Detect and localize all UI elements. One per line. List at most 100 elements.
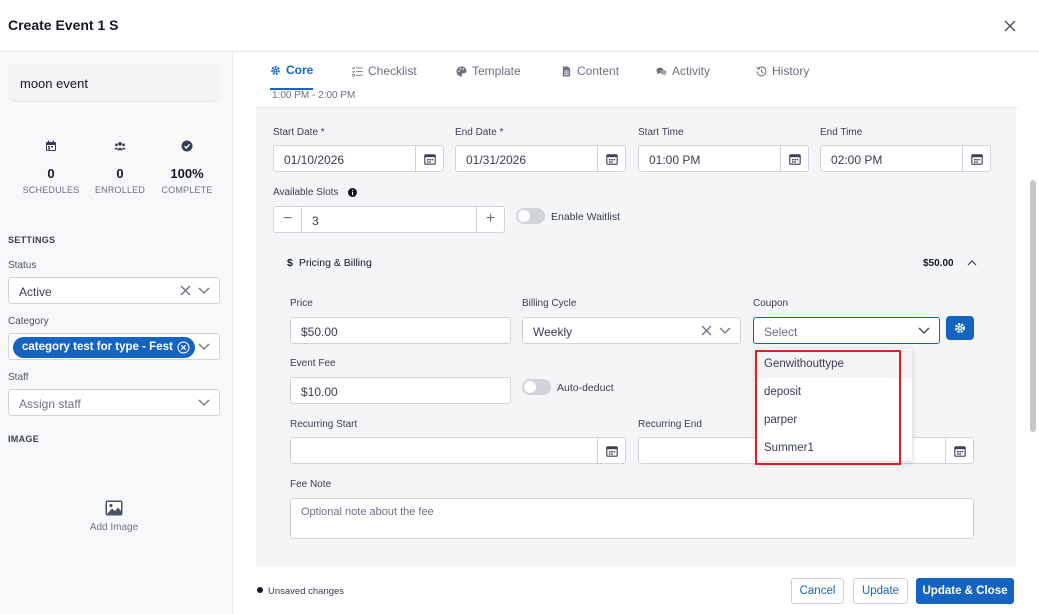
pricing-title: Pricing & Billing <box>298 257 372 269</box>
document-icon <box>562 65 571 77</box>
history-icon <box>756 66 767 76</box>
dialog-title: Create Event 1 S <box>8 17 119 33</box>
tab-activity[interactable]: Activity <box>656 52 710 90</box>
scrolled-time-text: 1:00 PM - 2:00 PM <box>272 90 356 98</box>
unsaved-changes-text: Unsaved changes <box>268 586 345 597</box>
image-heading: IMAGE <box>8 434 40 444</box>
remove-chip-icon[interactable] <box>177 341 190 354</box>
start-time-value: 01:00 PM <box>649 153 701 167</box>
stat-label: COMPLETE <box>161 185 213 195</box>
stat-schedules: 0 SCHEDULES <box>16 140 86 195</box>
recurring-start-label: Recurring Start <box>290 419 358 430</box>
start-date-input[interactable]: 01/10/2026 <box>273 145 444 172</box>
billing-cycle-select[interactable]: Weekly <box>522 317 741 344</box>
category-chip-label: category test for type - Fest <box>22 341 173 353</box>
end-date-input[interactable]: 01/31/2026 <box>455 145 626 172</box>
chevron-down-icon <box>918 327 930 334</box>
end-time-input[interactable]: 02:00 PM <box>820 145 991 172</box>
tab-label: Core <box>286 63 314 77</box>
stat-label: ENROLLED <box>94 185 146 195</box>
info-icon <box>348 188 357 197</box>
recurring-end-picker[interactable] <box>945 438 973 463</box>
end-date-picker[interactable] <box>597 146 625 171</box>
add-image-button[interactable]: Add Image <box>80 500 148 533</box>
start-time-picker[interactable] <box>780 146 808 171</box>
dollar-icon: $ <box>287 257 293 269</box>
price-label: Price <box>290 298 313 309</box>
chevron-up-icon[interactable] <box>967 260 977 266</box>
event-fee-input[interactable]: $10.00 <box>290 377 511 404</box>
stat-enrolled: 0 ENROLLED <box>85 140 155 195</box>
calendar-icon <box>954 446 966 457</box>
recurring-start-picker[interactable] <box>597 438 625 463</box>
calendar-icon <box>971 154 983 165</box>
calendar-icon <box>424 154 436 165</box>
update-close-button[interactable]: Update & Close <box>916 578 1014 604</box>
category-label: Category <box>8 316 49 327</box>
update-button[interactable]: Update <box>853 578 908 604</box>
unsaved-indicator-dot <box>257 587 263 593</box>
status-select[interactable]: Active <box>8 277 220 304</box>
waitlist-label: Enable Waitlist <box>551 211 621 223</box>
staff-label: Staff <box>8 372 29 383</box>
fee-note-label: Fee Note <box>290 479 332 490</box>
event-name-card: moon event <box>8 64 220 102</box>
checklist-icon <box>352 66 363 76</box>
end-date-label: End Date * <box>455 127 504 138</box>
tab-label: Template <box>472 64 521 78</box>
event-fee-value: $10.00 <box>301 385 338 399</box>
close-icon[interactable] <box>1002 18 1018 34</box>
calendar-icon <box>606 154 618 165</box>
settings-heading: SETTINGS <box>8 235 56 245</box>
end-time-label: End Time <box>820 127 863 138</box>
chevron-down-icon <box>719 327 731 334</box>
category-select[interactable]: category test for type - Fest <box>8 333 220 360</box>
price-input[interactable]: $50.00 <box>290 317 511 344</box>
gear-icon <box>271 65 280 75</box>
decrement-button[interactable]: − <box>274 207 302 232</box>
coupon-select[interactable]: Select <box>753 317 940 344</box>
tab-label: Content <box>577 64 620 78</box>
staff-select[interactable]: Assign staff <box>8 389 220 416</box>
slots-stepper[interactable]: − 3 + <box>273 206 505 233</box>
end-time-value: 02:00 PM <box>831 153 883 167</box>
coupon-settings-button[interactable] <box>946 316 974 340</box>
auto-deduct-toggle[interactable] <box>522 379 551 395</box>
tab-label: History <box>772 64 810 78</box>
chat-bubbles-icon <box>656 67 667 76</box>
increment-button[interactable]: + <box>476 207 504 232</box>
calendar-icon <box>46 140 56 151</box>
tab-template[interactable]: Template <box>456 52 521 90</box>
start-date-picker[interactable] <box>415 146 443 171</box>
stat-value: 0 <box>116 166 124 181</box>
tab-content[interactable]: Content <box>561 52 619 90</box>
end-time-picker[interactable] <box>962 146 990 171</box>
tab-core[interactable]: Core <box>270 52 314 90</box>
scrollbar[interactable] <box>1030 180 1036 432</box>
end-date-value: 01/31/2026 <box>466 153 527 167</box>
clear-icon[interactable] <box>701 325 712 336</box>
chevron-down-icon <box>198 287 210 294</box>
chevron-down-icon <box>198 343 210 350</box>
stat-value: 0 <box>47 166 55 181</box>
pricing-section-header[interactable]: $ Pricing & Billing <box>287 257 372 269</box>
tab-label: Activity <box>672 64 711 78</box>
image-icon <box>105 500 123 516</box>
tab-history[interactable]: History <box>756 52 809 90</box>
cancel-button[interactable]: Cancel <box>791 578 844 604</box>
tab-bar: Core Checklist Template Content Activity… <box>256 52 1016 90</box>
stat-label: SCHEDULES <box>22 185 80 195</box>
status-label: Status <box>8 260 37 271</box>
recurring-start-input[interactable] <box>290 437 626 464</box>
start-time-input[interactable]: 01:00 PM <box>638 145 809 172</box>
clear-icon[interactable] <box>180 285 191 296</box>
event-fee-label: Event Fee <box>290 358 336 369</box>
stat-complete: 100% COMPLETE <box>152 140 222 195</box>
waitlist-toggle[interactable] <box>516 208 545 224</box>
start-time-label: Start Time <box>638 127 684 138</box>
users-icon <box>114 141 126 151</box>
fee-note-textarea[interactable]: Optional note about the fee <box>290 498 974 539</box>
tab-checklist[interactable]: Checklist <box>352 52 417 90</box>
billing-cycle-value: Weekly <box>533 325 573 339</box>
staff-placeholder: Assign staff <box>19 397 81 411</box>
